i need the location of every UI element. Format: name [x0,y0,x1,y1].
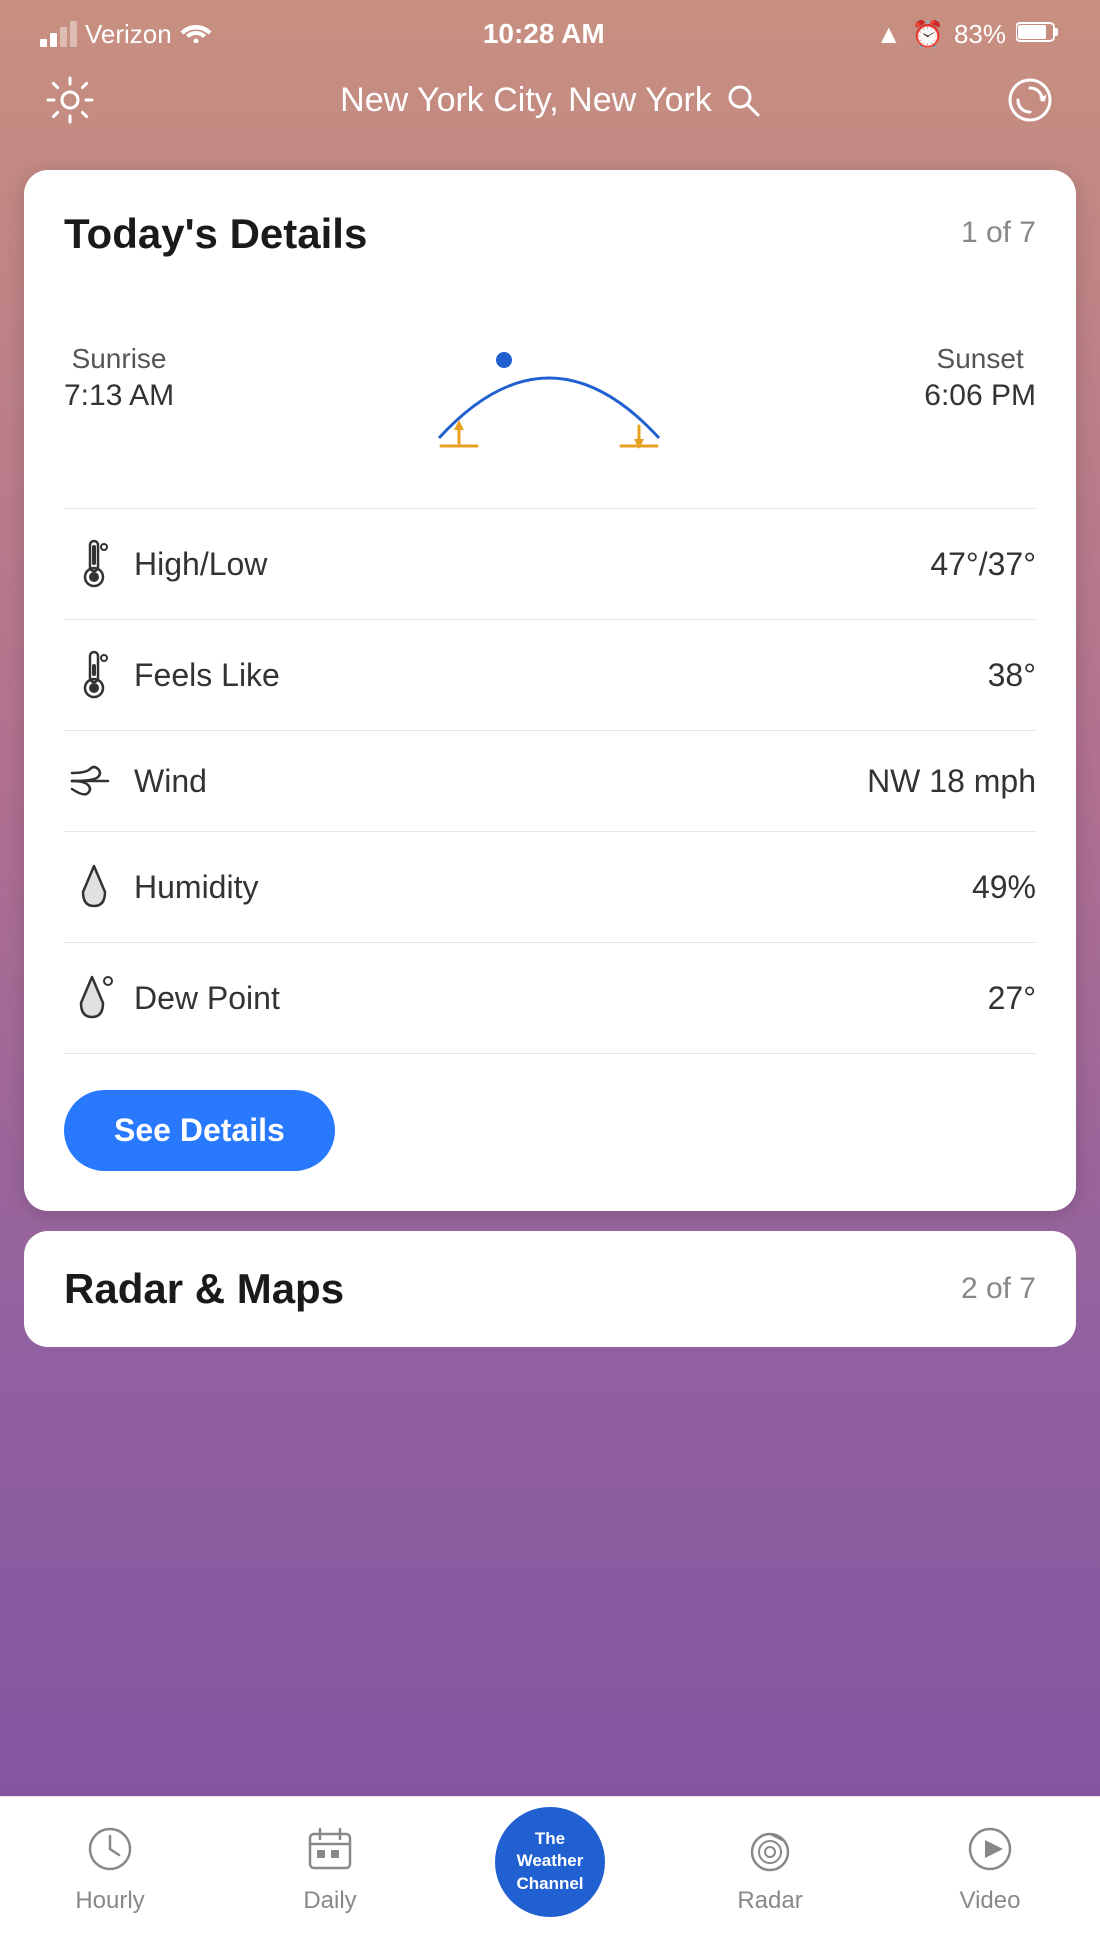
carrier-label: Verizon [85,19,172,50]
signal-icon [40,21,77,47]
daily-label: Daily [303,1887,356,1915]
video-label: Video [960,1887,1021,1915]
location-icon: ▲ [876,19,902,50]
humidity-icon [64,862,124,912]
calendar-icon [300,1819,360,1879]
feels-like-label: Feels Like [134,657,988,694]
location-display[interactable]: New York City, New York [340,81,760,120]
status-time: 10:28 AM [483,18,605,50]
hourly-label: Hourly [75,1887,144,1915]
sunrise-label: Sunrise [64,343,174,375]
feels-like-row: Feels Like 38° [64,620,1036,731]
thermometer-feels-icon [64,650,124,700]
battery-percent: 83% [954,19,1006,50]
radar-icon [740,1819,800,1879]
high-low-value: 47°/37° [930,546,1036,583]
wind-row: Wind NW 18 mph [64,731,1036,832]
sunset-info: Sunset 6:06 PM [924,343,1036,413]
humidity-label: Humidity [134,869,972,906]
nav-video[interactable]: Video [880,1819,1100,1915]
thermometer-highlow-icon [64,539,124,589]
location-text: New York City, New York [340,81,712,120]
sun-section: Sunrise 7:13 AM Sunset 6:06 PM [64,298,1036,458]
sunset-value: 6:06 PM [924,379,1036,413]
high-low-row: High/Low 47°/37° [64,509,1036,620]
sunrise-value: 7:13 AM [64,379,174,413]
today-details-card: Today's Details 1 of 7 Sunrise 7:13 AM [24,170,1076,1211]
wifi-icon [180,19,212,50]
wind-icon [64,761,124,801]
status-left: Verizon [40,19,212,50]
radar-title: Radar & Maps [64,1265,344,1313]
sunrise-info: Sunrise 7:13 AM [64,343,174,413]
refresh-button[interactable] [1000,70,1060,130]
nav-daily[interactable]: Daily [220,1819,440,1915]
nav-hourly[interactable]: Hourly [0,1819,220,1915]
wind-value: NW 18 mph [867,763,1036,800]
sun-arc [194,298,904,458]
status-right: ▲ ⏰ 83% [876,19,1060,50]
radar-label: Radar [737,1887,802,1915]
dew-point-label: Dew Point [134,980,988,1017]
dew-point-value: 27° [988,980,1036,1017]
humidity-value: 49% [972,869,1036,906]
battery-icon [1016,19,1060,50]
radar-card: Radar & Maps 2 of 7 [24,1231,1076,1347]
radar-counter: 2 of 7 [961,1272,1036,1306]
twc-label: TheWeatherChannel [516,1828,583,1894]
detail-rows: High/Low 47°/37° Feels Like 38° [64,508,1036,1054]
alarm-icon: ⏰ [912,19,944,50]
status-bar: Verizon 10:28 AM ▲ ⏰ 83% [0,0,1100,60]
card-header: Today's Details 1 of 7 [64,210,1036,258]
humidity-row: Humidity 49% [64,832,1036,943]
feels-like-value: 38° [988,657,1036,694]
header: New York City, New York [0,60,1100,150]
high-low-label: High/Low [134,546,930,583]
settings-button[interactable] [40,70,100,130]
twc-button[interactable]: TheWeatherChannel [495,1807,605,1917]
play-icon [960,1819,1020,1879]
bottom-nav: Hourly Daily TheWeatherChannel [0,1796,1100,1956]
dew-point-icon [64,973,124,1023]
wind-label: Wind [134,763,867,800]
see-details-button[interactable]: See Details [64,1090,335,1171]
sunset-label: Sunset [924,343,1036,375]
nav-center[interactable]: TheWeatherChannel [440,1807,660,1927]
card-title: Today's Details [64,210,367,258]
card-counter: 1 of 7 [961,210,1036,250]
clock-icon [80,1819,140,1879]
nav-radar[interactable]: Radar [660,1819,880,1915]
dew-point-row: Dew Point 27° [64,943,1036,1054]
search-icon [726,83,760,117]
